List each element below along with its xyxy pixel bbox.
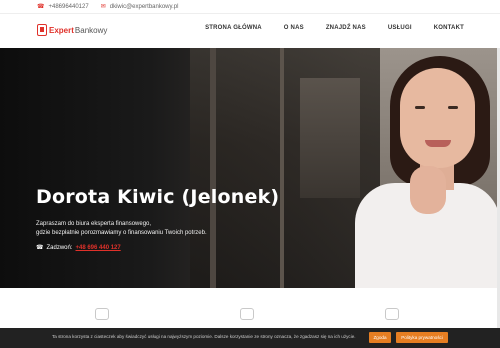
hero-description: Zapraszam do biura eksperta finansowego,… bbox=[36, 220, 266, 238]
cookie-banner: Ta strona korzysta z ciasteczek aby świa… bbox=[0, 328, 500, 348]
site-logo[interactable]: Expert Bankowy bbox=[37, 24, 107, 36]
envelope-icon: ✉ bbox=[100, 4, 106, 10]
logo-text-bankowy: Bankowy bbox=[74, 25, 108, 35]
portrait-eye bbox=[415, 106, 425, 109]
hero-description-line: gdzie bezpłatnie porozmawiamy o finansow… bbox=[36, 230, 207, 236]
features-section bbox=[0, 288, 500, 328]
topbar-email[interactable]: ✉ dkiwic@expertbankowy.pl bbox=[100, 3, 179, 11]
topbar-phone[interactable]: ☎ +48696440127 bbox=[37, 3, 89, 11]
nav-item-home[interactable]: STRONA GŁÓWNA bbox=[205, 25, 262, 31]
contact-bar: ☎ +48696440127 ✉ dkiwic@expertbankowy.pl bbox=[0, 0, 500, 14]
nav-item-services[interactable]: USŁUGI bbox=[388, 25, 412, 31]
logo-mark-icon bbox=[37, 24, 47, 36]
nav-item-find-us[interactable]: ZNAJDŹ NAS bbox=[326, 25, 366, 31]
hero-title: Dorota Kiwic (Jelonek) bbox=[36, 186, 280, 208]
site-header: Expert Bankowy STRONA GŁÓWNA O NAS ZNAJD… bbox=[0, 14, 500, 48]
hero-description-line: Zapraszam do biura eksperta finansowego, bbox=[36, 221, 152, 227]
topbar-phone-text[interactable]: +48696440127 bbox=[48, 4, 88, 10]
hero-call-number-link[interactable]: +48 696 440 127 bbox=[76, 245, 121, 251]
phone-icon: ☎ bbox=[37, 4, 45, 10]
feature-icon bbox=[385, 308, 399, 320]
topbar-email-text[interactable]: dkiwic@expertbankowy.pl bbox=[110, 4, 179, 10]
cookie-accept-button[interactable]: Zgoda bbox=[369, 332, 391, 343]
hero-background-window bbox=[300, 78, 360, 198]
feature-icon bbox=[95, 308, 109, 320]
page: ☎ +48696440127 ✉ dkiwic@expertbankowy.pl… bbox=[0, 0, 500, 348]
hero-section: Dorota Kiwic (Jelonek) Zapraszam do biur… bbox=[0, 48, 500, 288]
portrait-smile bbox=[425, 140, 451, 147]
nav-item-contact[interactable]: KONTAKT bbox=[434, 25, 464, 31]
cookie-policy-button[interactable]: Polityka prywatności bbox=[396, 332, 448, 343]
cookie-text: Ta strona korzysta z ciasteczek aby świa… bbox=[52, 334, 356, 339]
main-nav: STRONA GŁÓWNA O NAS ZNAJDŹ NAS USŁUGI KO… bbox=[183, 25, 464, 31]
nav-item-about[interactable]: O NAS bbox=[284, 25, 304, 31]
portrait-hand bbox=[410, 166, 446, 214]
hero-call: ☎ Zadzwoń: +48 696 440 127 bbox=[36, 244, 121, 252]
feature-icon bbox=[240, 308, 254, 320]
hero-call-label: Zadzwoń: bbox=[46, 244, 73, 251]
hero-background-frame bbox=[280, 48, 284, 288]
portrait-face bbox=[400, 68, 475, 168]
hero-background-frame bbox=[210, 48, 216, 288]
phone-icon: ☎ bbox=[36, 245, 44, 251]
portrait-eye bbox=[448, 106, 458, 109]
logo-text-expert: Expert bbox=[49, 25, 74, 35]
